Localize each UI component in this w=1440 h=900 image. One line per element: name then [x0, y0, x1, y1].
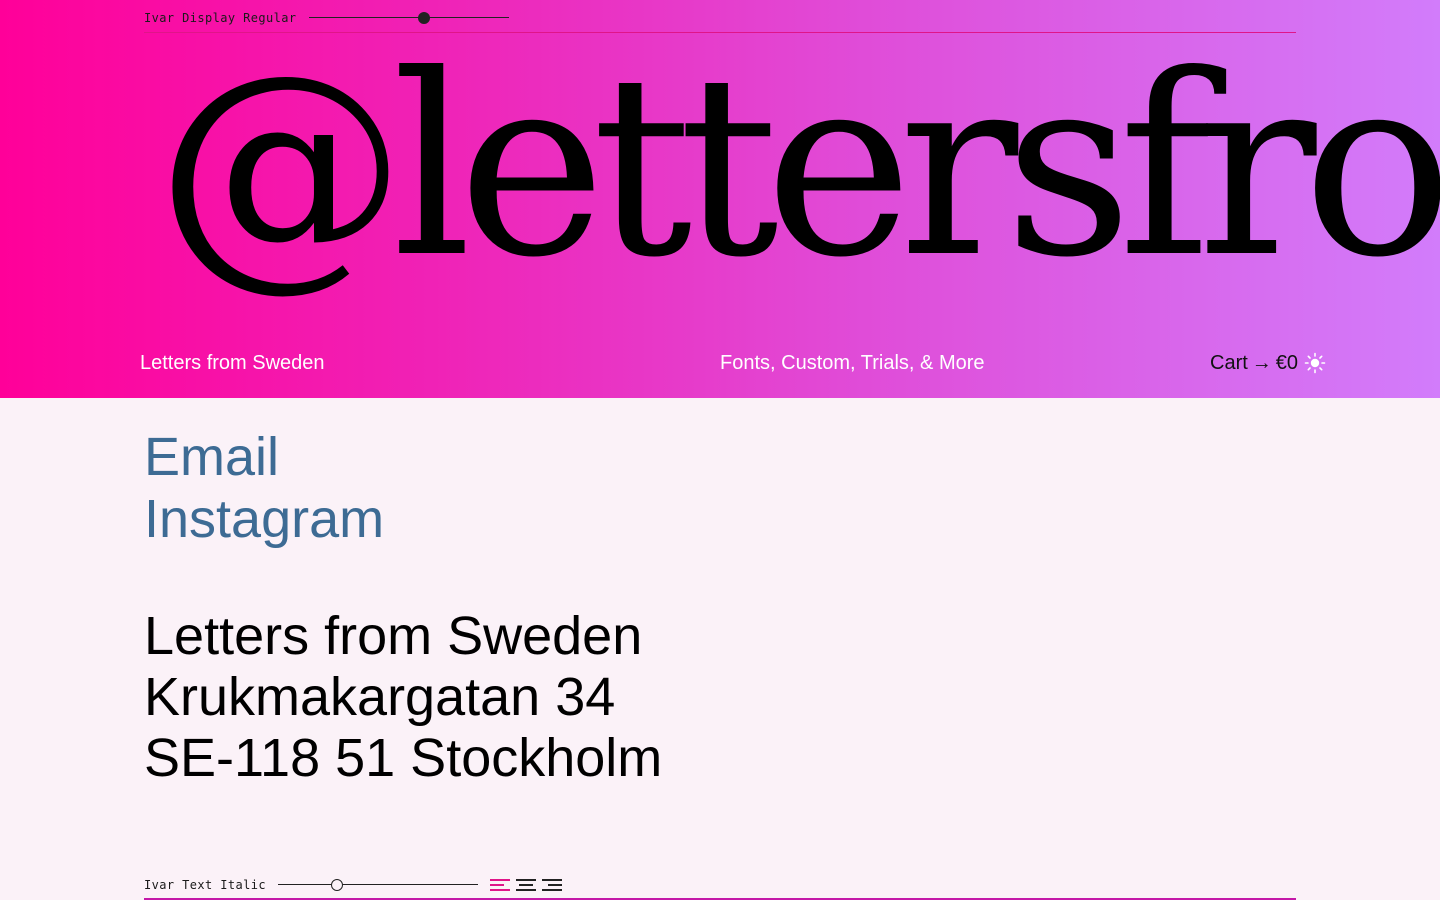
align-center-icon[interactable]: [516, 878, 536, 892]
address-line: Krukmakargatan 34: [144, 667, 616, 727]
sun-icon[interactable]: [1304, 352, 1326, 374]
slider-track: [278, 884, 478, 885]
contact-links: Email Instagram: [144, 426, 384, 550]
align-left-icon[interactable]: [490, 878, 510, 892]
slider-thumb[interactable]: [331, 879, 343, 891]
cart-link[interactable]: Cart → €0: [1210, 350, 1326, 376]
address-line: Letters from Sweden: [144, 606, 643, 666]
font-preview-control-bottom: Ivar Text Italic: [144, 876, 568, 894]
postal-address: Letters from Sweden Krukmakargatan 34 SE…: [144, 606, 662, 789]
brand-link[interactable]: Letters from Sweden: [140, 350, 325, 376]
instagram-link[interactable]: Instagram: [144, 488, 384, 550]
address-line: SE-118 51 Stockholm: [144, 728, 663, 788]
slider-track: [308, 17, 509, 18]
font-size-slider[interactable]: [278, 877, 478, 893]
arrow-right-icon: →: [1251, 352, 1272, 374]
hero-banner: Ivar Display Regular @lettersfromsweden …: [0, 0, 1440, 398]
cart-label: Cart: [1210, 352, 1248, 374]
align-right-icon[interactable]: [542, 878, 562, 892]
font-name-label: Ivar Text Italic: [144, 878, 266, 892]
text-alignment-group: [490, 878, 568, 892]
cart-amount: €0: [1275, 352, 1299, 374]
main-nav-link[interactable]: Fonts, Custom, Trials, & More: [720, 350, 985, 376]
headline-preview-text[interactable]: @lettersfromsweden: [156, 42, 1440, 292]
email-link[interactable]: Email: [144, 426, 384, 488]
